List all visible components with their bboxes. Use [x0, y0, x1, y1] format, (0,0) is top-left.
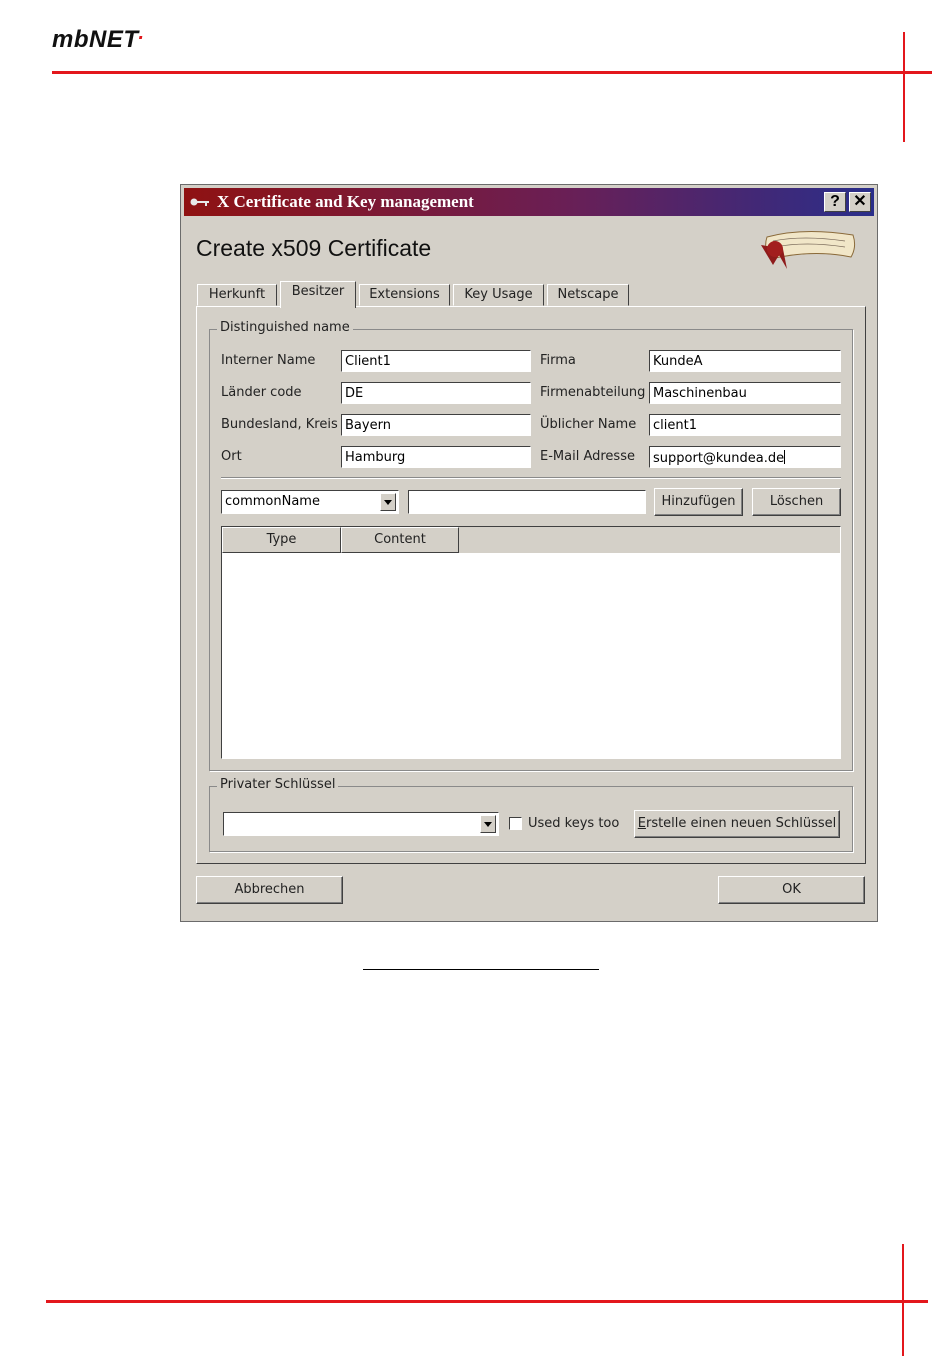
close-button[interactable]: ✕: [849, 192, 871, 212]
used-keys-label[interactable]: Used keys too: [528, 816, 619, 831]
delete-button[interactable]: Löschen: [752, 488, 841, 516]
locality-field[interactable]: Hamburg: [341, 446, 531, 468]
create-new-key-button[interactable]: Erstelle einen neuen Schlüssel: [634, 810, 840, 838]
tab-herkunft[interactable]: Herkunft: [197, 284, 277, 306]
tab-netscape[interactable]: Netscape: [547, 284, 629, 306]
state-label: Bundesland, Kreis: [221, 417, 338, 432]
org-unit-field[interactable]: Maschinenbau: [649, 382, 841, 404]
dn-entries-table[interactable]: Type Content: [221, 526, 841, 759]
header-rule: [52, 71, 932, 74]
email-field[interactable]: support@kundea.de: [649, 446, 841, 468]
mnemonic-letter: E: [637, 816, 646, 831]
type-select-value: commonName: [225, 494, 320, 509]
country-code-field[interactable]: DE: [341, 382, 531, 404]
caption-underline: [363, 969, 599, 970]
add-button[interactable]: Hinzufügen: [654, 488, 743, 516]
table-header: Type Content: [222, 527, 840, 553]
logo-text: mbNET: [52, 26, 139, 53]
header-margin-rule: [903, 32, 905, 142]
chevron-down-icon[interactable]: [380, 493, 396, 511]
title-bar[interactable]: X Certificate and Key management ? ✕: [184, 188, 874, 216]
logo-mark: .: [138, 22, 145, 44]
tab-extensions[interactable]: Extensions: [359, 284, 450, 306]
help-button[interactable]: ?: [824, 192, 846, 212]
mbnet-logo: mbNET.: [52, 22, 145, 54]
country-code-label: Länder code: [221, 385, 302, 400]
state-field[interactable]: Bayern: [341, 414, 531, 436]
footer-rule: [46, 1300, 928, 1303]
column-type[interactable]: Type: [222, 527, 341, 553]
window-title: X Certificate and Key management: [217, 192, 474, 211]
used-keys-checkbox[interactable]: [509, 817, 522, 830]
certificate-seal-icon: [761, 230, 856, 269]
organization-label: Firma: [540, 353, 576, 368]
dialog-heading: Create x509 Certificate: [196, 235, 432, 261]
common-name-label: Üblicher Name: [540, 417, 637, 432]
common-name-field[interactable]: client1: [649, 414, 841, 436]
tab-besitzer[interactable]: Besitzer: [280, 281, 356, 308]
email-value: support@kundea.de: [653, 451, 785, 466]
email-label: E-Mail Adresse: [540, 449, 635, 464]
create-key-label: rstelle einen neuen Schlüssel: [645, 816, 837, 831]
org-unit-label: Firmenabteilung: [540, 385, 646, 400]
cancel-button[interactable]: Abbrechen: [196, 876, 343, 904]
text-caret: [784, 450, 786, 464]
dn-value-input[interactable]: [408, 490, 646, 514]
ok-button[interactable]: OK: [718, 876, 865, 904]
distinguished-name-title: Distinguished name: [217, 320, 353, 335]
private-key-title: Privater Schlüssel: [217, 777, 339, 792]
chevron-down-icon[interactable]: [480, 815, 496, 833]
private-key-select[interactable]: [223, 812, 499, 836]
type-select[interactable]: commonName: [221, 490, 399, 514]
key-icon: [190, 198, 209, 206]
certificate-dialog: X Certificate and Key management ? ✕ Cre…: [180, 184, 878, 922]
column-content[interactable]: Content: [341, 527, 459, 553]
organization-field[interactable]: KundeA: [649, 350, 841, 372]
besitzer-panel: Distinguished name Interner Name Client1…: [196, 306, 866, 864]
dn-separator: [221, 477, 841, 479]
internal-name-field[interactable]: Client1: [341, 350, 531, 372]
footer-margin-rule: [902, 1244, 904, 1356]
tab-key-usage[interactable]: Key Usage: [453, 284, 544, 306]
locality-label: Ort: [221, 449, 242, 464]
internal-name-label: Interner Name: [221, 353, 316, 368]
